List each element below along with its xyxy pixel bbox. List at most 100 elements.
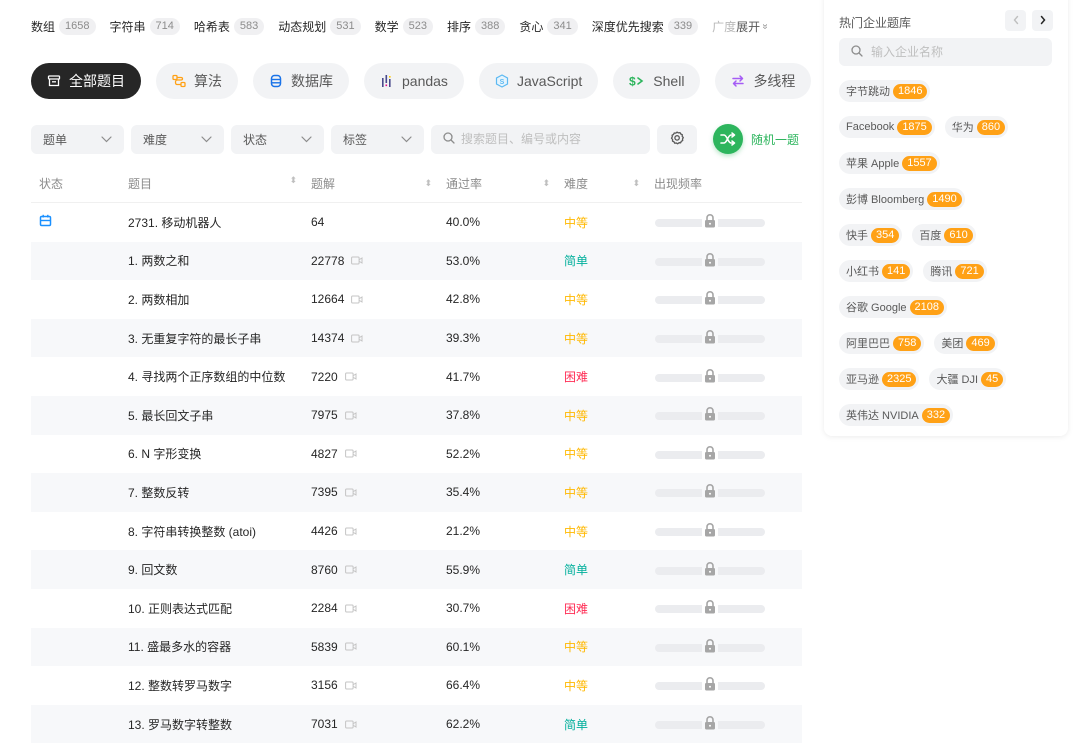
solution-count[interactable]: 7031 [311,717,338,731]
table-row[interactable]: 10. 正则表达式匹配 2284 30.7% 困难 [31,589,802,628]
video-icon[interactable] [344,449,357,458]
solution-count[interactable]: 7395 [311,485,338,499]
company-tag[interactable]: 美团 469 [934,332,998,354]
question-search[interactable] [431,124,650,154]
sort-icon[interactable]: ⬍ [289,175,297,192]
table-row[interactable]: 12. 整数转罗马数字 3156 66.4% 中等 [31,666,802,705]
question-title-link[interactable]: 11. 盛最多水的容器 [128,640,231,654]
question-title-link[interactable]: 7. 整数反转 [128,486,189,500]
company-tag[interactable]: 百度 610 [912,224,976,246]
video-icon[interactable] [344,604,357,613]
solution-count[interactable]: 14374 [311,331,344,345]
table-row[interactable]: 7. 整数反转 7395 35.4% 中等 [31,473,802,512]
company-search[interactable] [839,38,1052,66]
question-title-link[interactable]: 2. 两数相加 [128,293,189,307]
frequency-bar-locked[interactable] [655,599,765,616]
company-tag[interactable]: Facebook 1875 [839,116,935,138]
company-tag[interactable]: 快手 354 [839,224,903,246]
table-row[interactable]: 2. 两数相加 12664 42.8% 中等 [31,280,802,319]
filter-select[interactable]: 题单 [31,124,124,154]
solution-count[interactable]: 4426 [311,524,338,538]
calendar-icon[interactable] [39,214,52,227]
question-title-link[interactable]: 2731. 移动机器人 [128,216,221,230]
frequency-bar-locked[interactable] [655,560,765,577]
next-page-button[interactable] [1032,10,1053,31]
table-row[interactable]: 2731. 移动机器人 64 40.0% 中等 [31,203,802,242]
header-pass-rate[interactable]: 通过率 ⬍ [446,175,564,192]
question-title-link[interactable]: 1. 两数之和 [128,254,189,268]
sort-icon[interactable]: ⬍ [424,178,432,189]
sort-icon[interactable]: ⬍ [632,178,640,189]
solution-count[interactable]: 8760 [311,563,338,577]
topic-tag[interactable]: 深度优先搜索 339 [592,18,699,35]
random-question-button[interactable]: 随机一题 [713,124,799,154]
frequency-bar-locked[interactable] [655,522,765,539]
frequency-bar-locked[interactable] [655,676,765,693]
video-icon[interactable] [344,488,357,497]
video-icon[interactable] [351,295,363,304]
search-input[interactable] [461,132,638,146]
category-algorithm[interactable]: 算法 [156,63,238,99]
topic-tag[interactable]: 字符串 714 [110,18,180,35]
table-row[interactable]: 5. 最长回文子串 7975 37.8% 中等 [31,395,802,435]
company-tag[interactable]: 小红书 141 [839,260,914,282]
solution-count[interactable]: 7220 [311,370,338,384]
company-tag[interactable]: 腾讯 721 [923,260,987,282]
prev-page-button[interactable] [1005,10,1026,31]
settings-button[interactable] [657,124,697,154]
question-title-link[interactable]: 3. 无重复字符的最长子串 [128,332,261,346]
filter-select[interactable]: 状态 [231,124,324,154]
category-database[interactable]: 数据库 [253,63,349,99]
video-icon[interactable] [351,256,363,265]
solution-count[interactable]: 4827 [311,447,338,461]
header-solutions[interactable]: 题解 ⬍ [311,175,446,192]
video-icon[interactable] [344,527,357,536]
topic-tag[interactable]: 数学 523 [375,18,433,35]
question-title-link[interactable]: 6. N 字形变换 [128,447,201,461]
frequency-bar-locked[interactable] [655,715,765,732]
table-row[interactable]: 11. 盛最多水的容器 5839 60.1% 中等 [31,627,802,667]
topic-tag[interactable]: 排序 388 [447,18,506,35]
category-pandas[interactable]: pandas [364,63,464,99]
question-title-link[interactable]: 4. 寻找两个正序数组的中位数 [128,370,285,384]
question-title-link[interactable]: 10. 正则表达式匹配 [128,602,232,616]
header-title[interactable]: 题目 ⬍ [97,175,311,192]
filter-select[interactable]: 难度 [131,124,224,154]
question-title-link[interactable]: 9. 回文数 [128,563,177,577]
solution-count[interactable]: 7975 [311,408,338,422]
filter-select[interactable]: 标签 [331,124,424,154]
frequency-bar-locked[interactable] [655,329,765,346]
video-icon[interactable] [344,372,357,381]
video-icon[interactable] [344,720,357,729]
table-row[interactable]: 1. 两数之和 22778 53.0% 简单 [31,241,802,281]
solution-count[interactable]: 64 [311,215,324,229]
solution-count[interactable]: 3156 [311,678,338,692]
table-row[interactable]: 13. 罗马数字转整数 7031 62.2% 简单 [31,704,802,744]
video-icon[interactable] [344,411,357,420]
frequency-bar-locked[interactable] [655,483,765,500]
category-concurrency[interactable]: 多线程 [715,63,812,99]
frequency-bar-locked[interactable] [655,637,765,654]
company-search-input[interactable] [871,45,1040,59]
solution-count[interactable]: 5839 [311,640,338,654]
sort-icon[interactable]: ⬍ [542,178,550,189]
header-difficulty[interactable]: 难度 ⬍ [564,175,654,192]
question-title-link[interactable]: 5. 最长回文子串 [128,409,213,423]
table-row[interactable]: 3. 无重复字符的最长子串 14374 39.3% 中等 [31,318,802,358]
solution-count[interactable]: 2284 [311,601,338,615]
video-icon[interactable] [351,334,363,343]
company-tag[interactable]: 谷歌 Google 2108 [839,296,948,318]
company-tag[interactable]: 英伟达 NVIDIA 332 [839,404,954,426]
company-tag[interactable]: 彭博 Bloomberg 1490 [839,188,965,210]
category-javascript[interactable]: S JavaScript [478,63,599,99]
company-tag[interactable]: 大疆 DJI 45 [929,368,1007,390]
topic-tag[interactable]: 贪心 341 [519,18,578,35]
frequency-bar-locked[interactable] [655,213,765,230]
solution-count[interactable]: 22778 [311,254,344,268]
table-row[interactable]: 8. 字符串转换整数 (atoi) 4426 21.2% 中等 [31,512,802,551]
table-row[interactable]: 4. 寻找两个正序数组的中位数 7220 41.7% 困难 [31,357,802,396]
frequency-bar-locked[interactable] [655,290,765,307]
solution-count[interactable]: 12664 [311,292,344,306]
company-tag[interactable]: 字节跳动 1846 [839,80,931,102]
frequency-bar-locked[interactable] [655,367,765,384]
